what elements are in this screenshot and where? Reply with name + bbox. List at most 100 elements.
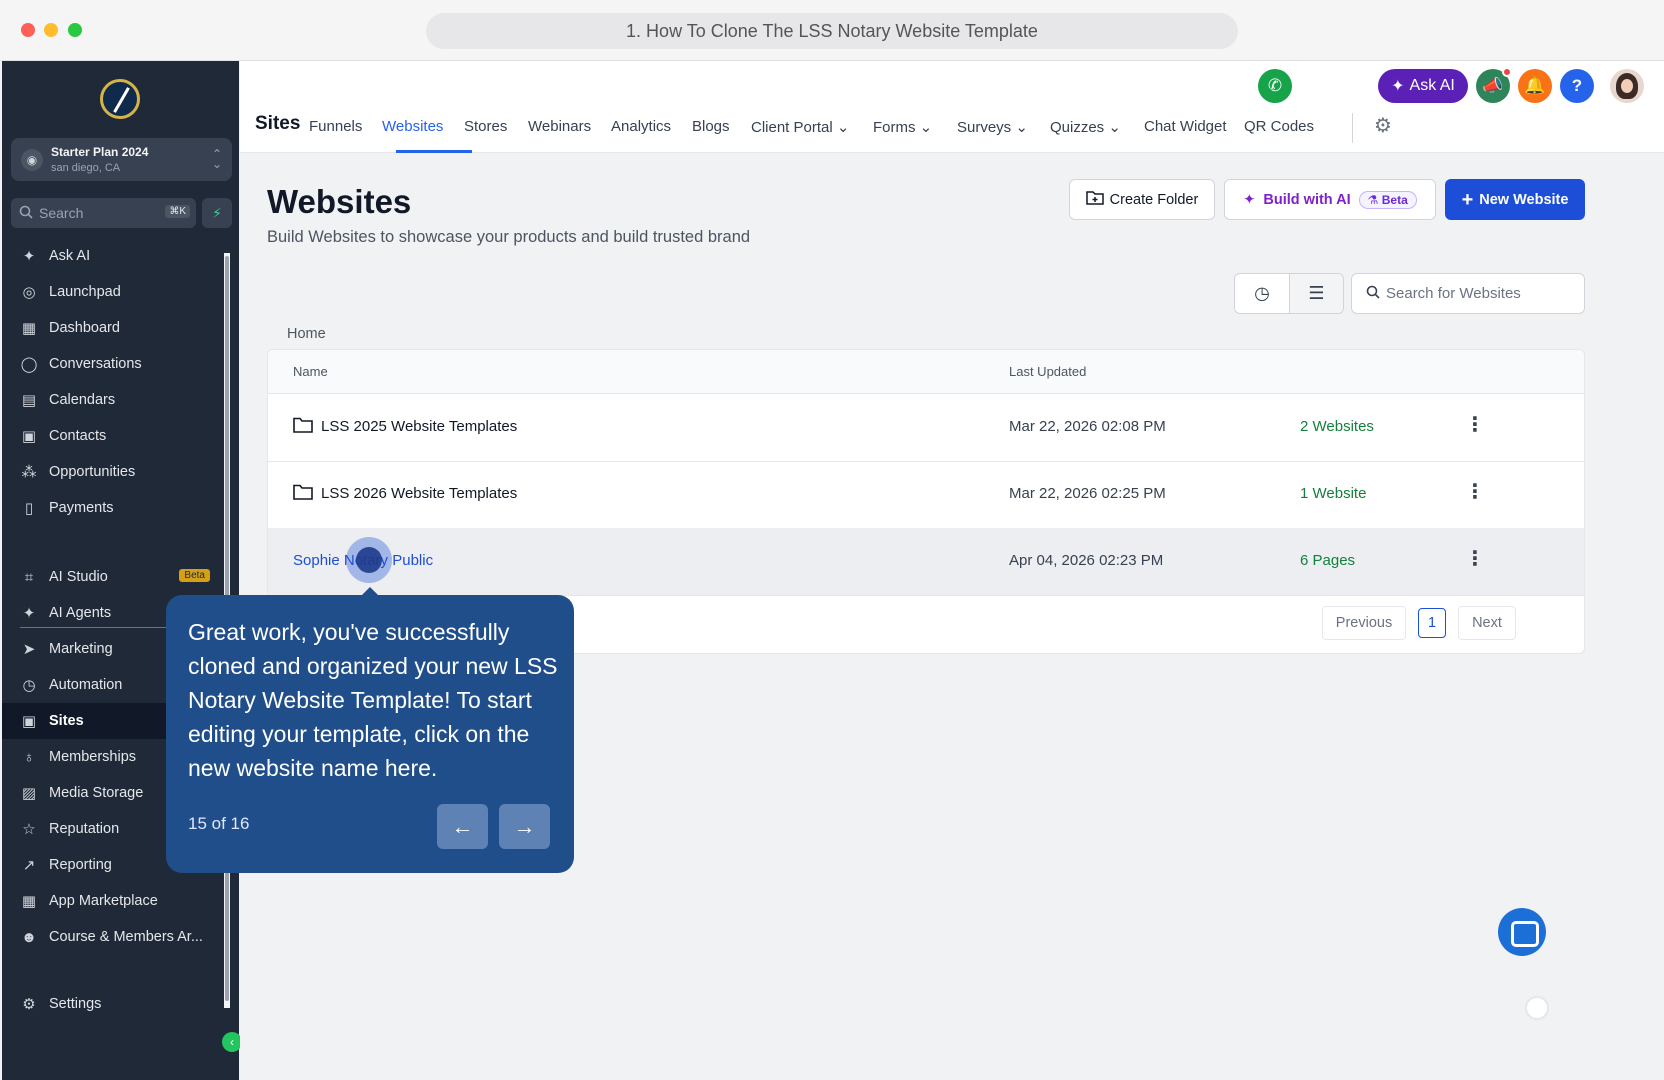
table-row[interactable]: LSS 2025 Website Templates Mar 22, 2026 …: [268, 394, 1584, 462]
row-count: 1 Website: [1300, 485, 1367, 502]
search-icon: [19, 205, 33, 222]
phone-icon[interactable]: ✆: [1258, 69, 1292, 103]
chevron-down-icon: ⌄: [1015, 119, 1028, 136]
next-page-button[interactable]: Next: [1458, 606, 1516, 640]
sidebar-item-opportunities[interactable]: ⁂ Opportunities: [2, 454, 224, 490]
tab-client-portal[interactable]: Client Portal ⌄: [751, 118, 849, 136]
chat-support-button[interactable]: [1498, 908, 1546, 956]
sidebar-item-launchpad[interactable]: ◎ Launchpad: [2, 274, 224, 310]
sidebar-item-label: Dashboard: [49, 320, 120, 336]
top-navigation: ✆ ✦ Ask AI 📣 🔔 ? Sites Funnels Websites …: [240, 61, 1664, 153]
sidebar-item-calendars[interactable]: ▤ Calendars: [2, 382, 224, 418]
create-folder-button[interactable]: Create Folder: [1069, 179, 1215, 220]
account-switcher[interactable]: ◉ Starter Plan 2024 san diego, CA ⌃ ⌄: [11, 138, 232, 181]
column-updated-header[interactable]: Last Updated: [1009, 364, 1086, 379]
tab-stores[interactable]: Stores: [464, 118, 507, 135]
previous-page-button[interactable]: Previous: [1322, 606, 1406, 640]
plan-name: Starter Plan 2024: [51, 145, 149, 159]
column-name-header[interactable]: Name: [293, 364, 328, 379]
close-window-button[interactable]: [21, 23, 35, 37]
chevron-down-icon: ⌄: [836, 119, 850, 136]
sidebar-item-label: Opportunities: [49, 464, 136, 480]
sidebar-item-label: Course & Members Ar...: [49, 929, 203, 945]
row-name[interactable]: LSS 2026 Website Templates: [321, 485, 517, 502]
tooltip-back-button[interactable]: ←: [437, 804, 488, 849]
recent-view-clock-icon[interactable]: ◷: [1235, 274, 1289, 313]
collapse-sidebar-button[interactable]: ‹: [222, 1032, 242, 1052]
sidebar-item-app-marketplace[interactable]: ▦ App Marketplace: [2, 883, 224, 919]
maximize-window-button[interactable]: [68, 23, 82, 37]
tab-label: Forms: [873, 119, 916, 136]
minimize-window-button[interactable]: [44, 23, 58, 37]
section-title: Sites: [255, 113, 301, 134]
sidebar-item-course-members[interactable]: ☻ Course & Members Ar...: [2, 919, 224, 955]
tab-webinars[interactable]: Webinars: [528, 118, 591, 135]
tab-label: Quizzes: [1050, 119, 1105, 136]
breadcrumb[interactable]: Home: [287, 326, 326, 342]
user-avatar[interactable]: [1610, 69, 1644, 103]
sidebar-search-placeholder: Search: [39, 205, 84, 221]
gear-icon: ⚙: [22, 996, 36, 1013]
quick-actions-bolt-icon[interactable]: ⚡: [202, 198, 232, 228]
sidebar-item-settings[interactable]: ⚙ Settings: [2, 986, 224, 1022]
tab-quizzes[interactable]: Quizzes ⌄: [1050, 118, 1121, 136]
star-icon: ☆: [22, 821, 36, 838]
build-with-ai-button[interactable]: ✦ Build with AI ⚗ Beta: [1224, 179, 1436, 220]
address-bar[interactable]: 1. How To Clone The LSS Notary Website T…: [426, 13, 1238, 49]
chevron-updown-icon: ⌃ ⌄: [211, 147, 222, 171]
grid-icon: ▦: [21, 320, 37, 337]
arrow-left-icon: ←: [451, 814, 474, 839]
build-with-ai-label: Build with AI: [1263, 191, 1351, 208]
sidebar-item-ask-ai[interactable]: ✦ Ask AI: [2, 238, 224, 274]
tooltip-next-button[interactable]: →: [499, 804, 550, 849]
brand-badge-icon[interactable]: [1525, 996, 1549, 1020]
sidebar-item-conversations[interactable]: ◯ Conversations: [2, 346, 224, 382]
tab-label: Surveys: [957, 119, 1012, 136]
row-name[interactable]: LSS 2025 Website Templates: [321, 418, 517, 435]
sidebar-item-payments[interactable]: ▯ Payments: [2, 490, 224, 526]
sidebar-item-contacts[interactable]: ▣ Contacts: [2, 418, 224, 454]
tab-chat-widget[interactable]: Chat Widget: [1144, 118, 1227, 135]
sidebar-item-label: Reporting: [49, 857, 112, 873]
tab-blogs[interactable]: Blogs: [692, 118, 730, 135]
row-count: 2 Websites: [1300, 418, 1374, 435]
sidebar-item-label: Automation: [49, 677, 123, 693]
more-vertical-icon[interactable]: ⋮: [1465, 479, 1485, 504]
sidebar-item-dashboard[interactable]: ▦ Dashboard: [2, 310, 224, 346]
tab-analytics[interactable]: Analytics: [611, 118, 671, 135]
beta-badge: ⚗ Beta: [1358, 190, 1417, 209]
plan-location: san diego, CA: [51, 162, 121, 174]
list-view-icon[interactable]: ☰: [1289, 274, 1343, 313]
active-tab-indicator: [396, 150, 472, 153]
tab-funnels[interactable]: Funnels: [309, 118, 362, 135]
page-1-button[interactable]: 1: [1418, 608, 1446, 638]
beta-label: Beta: [1381, 192, 1408, 207]
more-vertical-icon[interactable]: ⋮: [1465, 546, 1485, 571]
website-search-placeholder: Search for Websites: [1386, 285, 1521, 302]
website-search-input[interactable]: Search for Websites: [1351, 273, 1585, 314]
app-window: 1. How To Clone The LSS Notary Website T…: [0, 0, 1664, 1080]
tab-websites[interactable]: Websites: [382, 118, 443, 135]
more-vertical-icon[interactable]: ⋮: [1465, 412, 1485, 437]
sparkle-icon: ✦: [1243, 191, 1256, 208]
plus-icon: +: [1461, 188, 1474, 211]
sidebar-item-ai-studio[interactable]: ⌗ AI Studio Beta: [2, 559, 224, 595]
main-content: ✆ ✦ Ask AI 📣 🔔 ? Sites Funnels Websites …: [240, 61, 1664, 1080]
view-toggle: ◷ ☰: [1234, 273, 1344, 314]
tab-qr-codes[interactable]: QR Codes: [1244, 118, 1314, 135]
sidebar-search[interactable]: Search ⌘K: [11, 198, 196, 228]
sidebar-item-label: Calendars: [49, 392, 116, 408]
gear-icon[interactable]: ⚙: [1374, 113, 1392, 138]
tab-surveys[interactable]: Surveys ⌄: [957, 118, 1028, 136]
table-row[interactable]: LSS 2026 Website Templates Mar 22, 2026 …: [268, 461, 1584, 529]
search-icon: [1366, 285, 1380, 303]
tab-forms[interactable]: Forms ⌄: [873, 118, 932, 136]
new-website-button[interactable]: + New Website: [1445, 179, 1585, 220]
bell-icon[interactable]: 🔔: [1518, 69, 1552, 103]
send-icon: ➤: [22, 641, 36, 658]
table-row[interactable]: Sophie Notary Public Apr 04, 2026 02:23 …: [268, 528, 1584, 596]
ask-ai-button[interactable]: ✦ Ask AI: [1378, 69, 1468, 103]
click-hotspot[interactable]: [346, 537, 392, 583]
help-button[interactable]: ?: [1560, 69, 1594, 103]
company-logo[interactable]: [100, 79, 140, 119]
